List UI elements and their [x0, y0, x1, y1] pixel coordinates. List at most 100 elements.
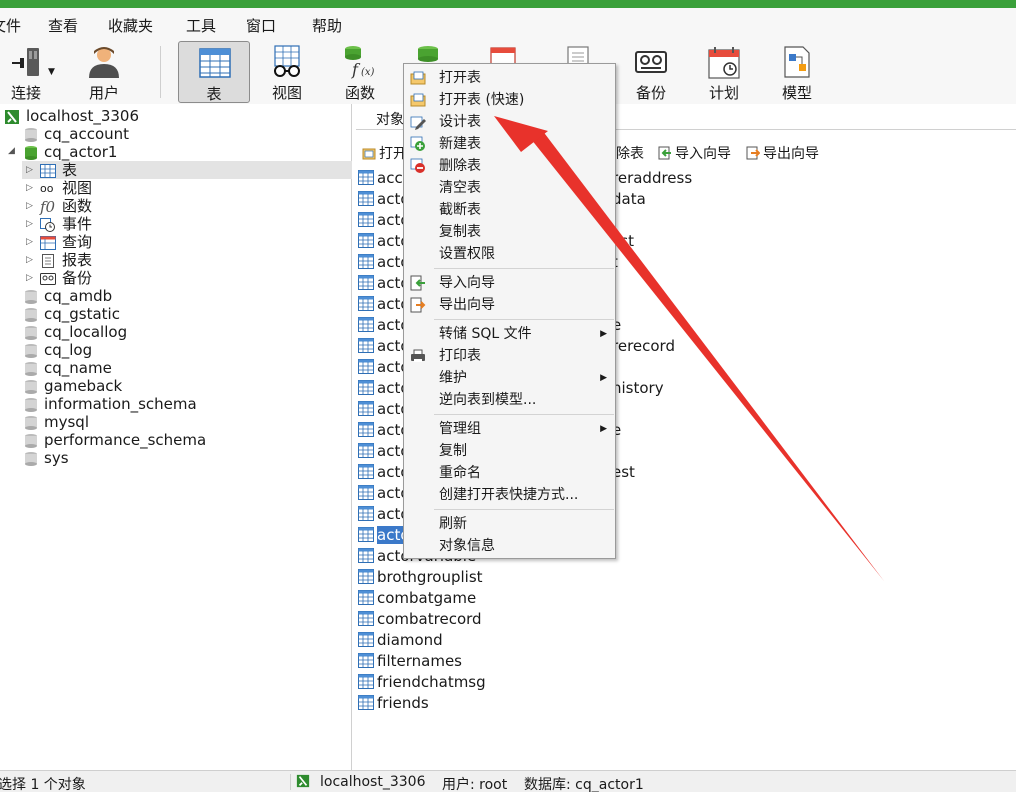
export-wizard-button[interactable]: 导出向导: [746, 143, 819, 163]
menu-export-wizard[interactable]: 导出向导: [404, 294, 615, 316]
model-button[interactable]: 模型: [761, 41, 833, 103]
table-icon: [358, 695, 374, 710]
import-wizard-button[interactable]: 导入向导: [658, 143, 731, 163]
table-item[interactable]: history: [612, 378, 664, 398]
chevron-down-icon[interactable]: ▼: [48, 67, 55, 77]
menu-truncate-table[interactable]: 截断表: [404, 199, 615, 221]
tree-db[interactable]: cq_log: [24, 341, 92, 359]
table-item[interactable]: filternames: [358, 651, 462, 671]
tab-objects[interactable]: 对象: [376, 109, 404, 129]
open-table-button[interactable]: 打开: [362, 143, 407, 163]
menu-create-shortcut[interactable]: 创建打开表快捷方式...: [404, 484, 615, 506]
schedule-button[interactable]: 计划: [688, 41, 760, 103]
menu-refresh[interactable]: 刷新: [404, 513, 615, 535]
user-button[interactable]: 用户: [68, 41, 140, 103]
table-item[interactable]: combatgame: [358, 588, 476, 608]
table-icon: [358, 506, 374, 521]
menu-reverse-to-model[interactable]: 逆向表到模型...: [404, 389, 615, 411]
menu-import-wizard[interactable]: 导入向导: [404, 272, 615, 294]
expand-icon[interactable]: ▷: [26, 215, 33, 233]
backup-label: 备份: [635, 84, 666, 102]
table-item[interactable]: acto: [358, 378, 410, 398]
menu-object-info[interactable]: 对象信息: [404, 535, 615, 557]
tree-connection[interactable]: localhost_3306: [4, 107, 139, 125]
expand-icon[interactable]: ▷: [26, 197, 33, 215]
table-item[interactable]: brothgrouplist: [358, 567, 483, 587]
database-icon: [25, 289, 37, 304]
node-label: 查询: [62, 233, 93, 251]
menu-maintain[interactable]: 维护 ▶: [404, 367, 615, 389]
table-item[interactable]: acto: [358, 189, 410, 209]
menu-tools[interactable]: 工具: [186, 15, 216, 36]
menu-set-permissions[interactable]: 设置权限: [404, 243, 615, 265]
expand-icon[interactable]: ▷: [26, 233, 33, 251]
connect-button[interactable]: ▼ 连接: [0, 41, 62, 103]
backup-icon: [635, 51, 667, 73]
menu-help[interactable]: 帮助: [312, 15, 342, 36]
collapse-icon[interactable]: ◢: [8, 146, 15, 156]
backup-button[interactable]: 备份: [615, 41, 687, 103]
table-item[interactable]: acto: [358, 252, 410, 272]
view-button[interactable]: 视图: [251, 41, 323, 103]
expand-icon[interactable]: ▷: [26, 161, 33, 179]
table-button[interactable]: 表: [178, 41, 250, 103]
menu-design-table[interactable]: 设计表: [404, 111, 615, 133]
tree-db[interactable]: cq_locallog: [24, 323, 127, 341]
table-item[interactable]: rerecord: [612, 336, 675, 356]
table-item[interactable]: acto: [358, 273, 410, 293]
glasses-icon: oo: [40, 181, 54, 195]
tree-db[interactable]: performance_schema: [24, 431, 206, 449]
table-item[interactable]: acto: [358, 483, 410, 503]
menu-print-table[interactable]: 打印表: [404, 345, 615, 367]
table-item[interactable]: acto: [358, 315, 410, 335]
expand-icon[interactable]: ▷: [26, 251, 33, 269]
table-item[interactable]: acto: [358, 504, 410, 524]
menu-favorites[interactable]: 收藏夹: [108, 15, 153, 36]
tree-db[interactable]: information_schema: [24, 395, 197, 413]
function-icon: f0: [40, 197, 56, 216]
table-item[interactable]: acto: [358, 399, 410, 419]
menu-empty-table[interactable]: 清空表: [404, 177, 615, 199]
table-item[interactable]: acto: [358, 210, 410, 230]
menu-dump-sql[interactable]: 转储 SQL 文件 ▶: [404, 323, 615, 345]
table-item[interactable]: acto: [358, 336, 410, 356]
table-item[interactable]: combatrecord: [358, 609, 482, 629]
menu-manage-group[interactable]: 管理组 ▶: [404, 418, 615, 440]
tree-db[interactable]: cq_gstatic: [24, 305, 120, 323]
table-item[interactable]: acto: [358, 441, 410, 461]
menu-rename[interactable]: 重命名: [404, 462, 615, 484]
menu-open-table-fast[interactable]: 打开表 (快速): [404, 89, 615, 111]
tree-node-tables[interactable]: ▷ 表: [22, 161, 352, 179]
tree-db[interactable]: mysql: [24, 413, 89, 431]
expand-icon[interactable]: ▷: [26, 179, 33, 197]
function-button[interactable]: f (x) 函数: [324, 41, 396, 103]
table-item[interactable]: data: [612, 189, 646, 209]
tree-db[interactable]: cq_amdb: [24, 287, 112, 305]
table-item[interactable]: friendchatmsg: [358, 672, 486, 692]
table-item[interactable]: acto: [358, 462, 410, 482]
menu-file[interactable]: 文件: [0, 15, 21, 36]
menu-label: 设计表: [439, 114, 481, 130]
tree-db[interactable]: cq_name: [24, 359, 112, 377]
menu-open-table[interactable]: 打开表: [404, 67, 615, 89]
table-item[interactable]: diamond: [358, 630, 443, 650]
menu-window[interactable]: 窗口: [246, 15, 276, 36]
menu-copy-table[interactable]: 复制表: [404, 221, 615, 243]
expand-icon[interactable]: ▷: [26, 269, 33, 287]
menu-copy[interactable]: 复制: [404, 440, 615, 462]
menu-delete-table[interactable]: 删除表: [404, 155, 615, 177]
tree-db-cq_account[interactable]: cq_account: [24, 125, 129, 143]
menu-new-table[interactable]: 新建表: [404, 133, 615, 155]
table-item[interactable]: acto: [358, 420, 410, 440]
tree-db[interactable]: gameback: [24, 377, 122, 395]
tree-db-cq_actor1[interactable]: cq_actor1: [24, 143, 117, 161]
table-item[interactable]: acto: [358, 294, 410, 314]
chevron-right-icon: ▶: [600, 329, 607, 339]
table-item[interactable]: reraddress: [612, 168, 692, 188]
tree-db[interactable]: sys: [24, 449, 69, 467]
table-item[interactable]: acto: [358, 231, 410, 251]
table-item[interactable]: friends: [358, 693, 429, 713]
table-item[interactable]: acto: [358, 357, 410, 377]
selection-status: 选择 1 个对象: [0, 777, 86, 792]
menu-view[interactable]: 查看: [48, 15, 78, 36]
